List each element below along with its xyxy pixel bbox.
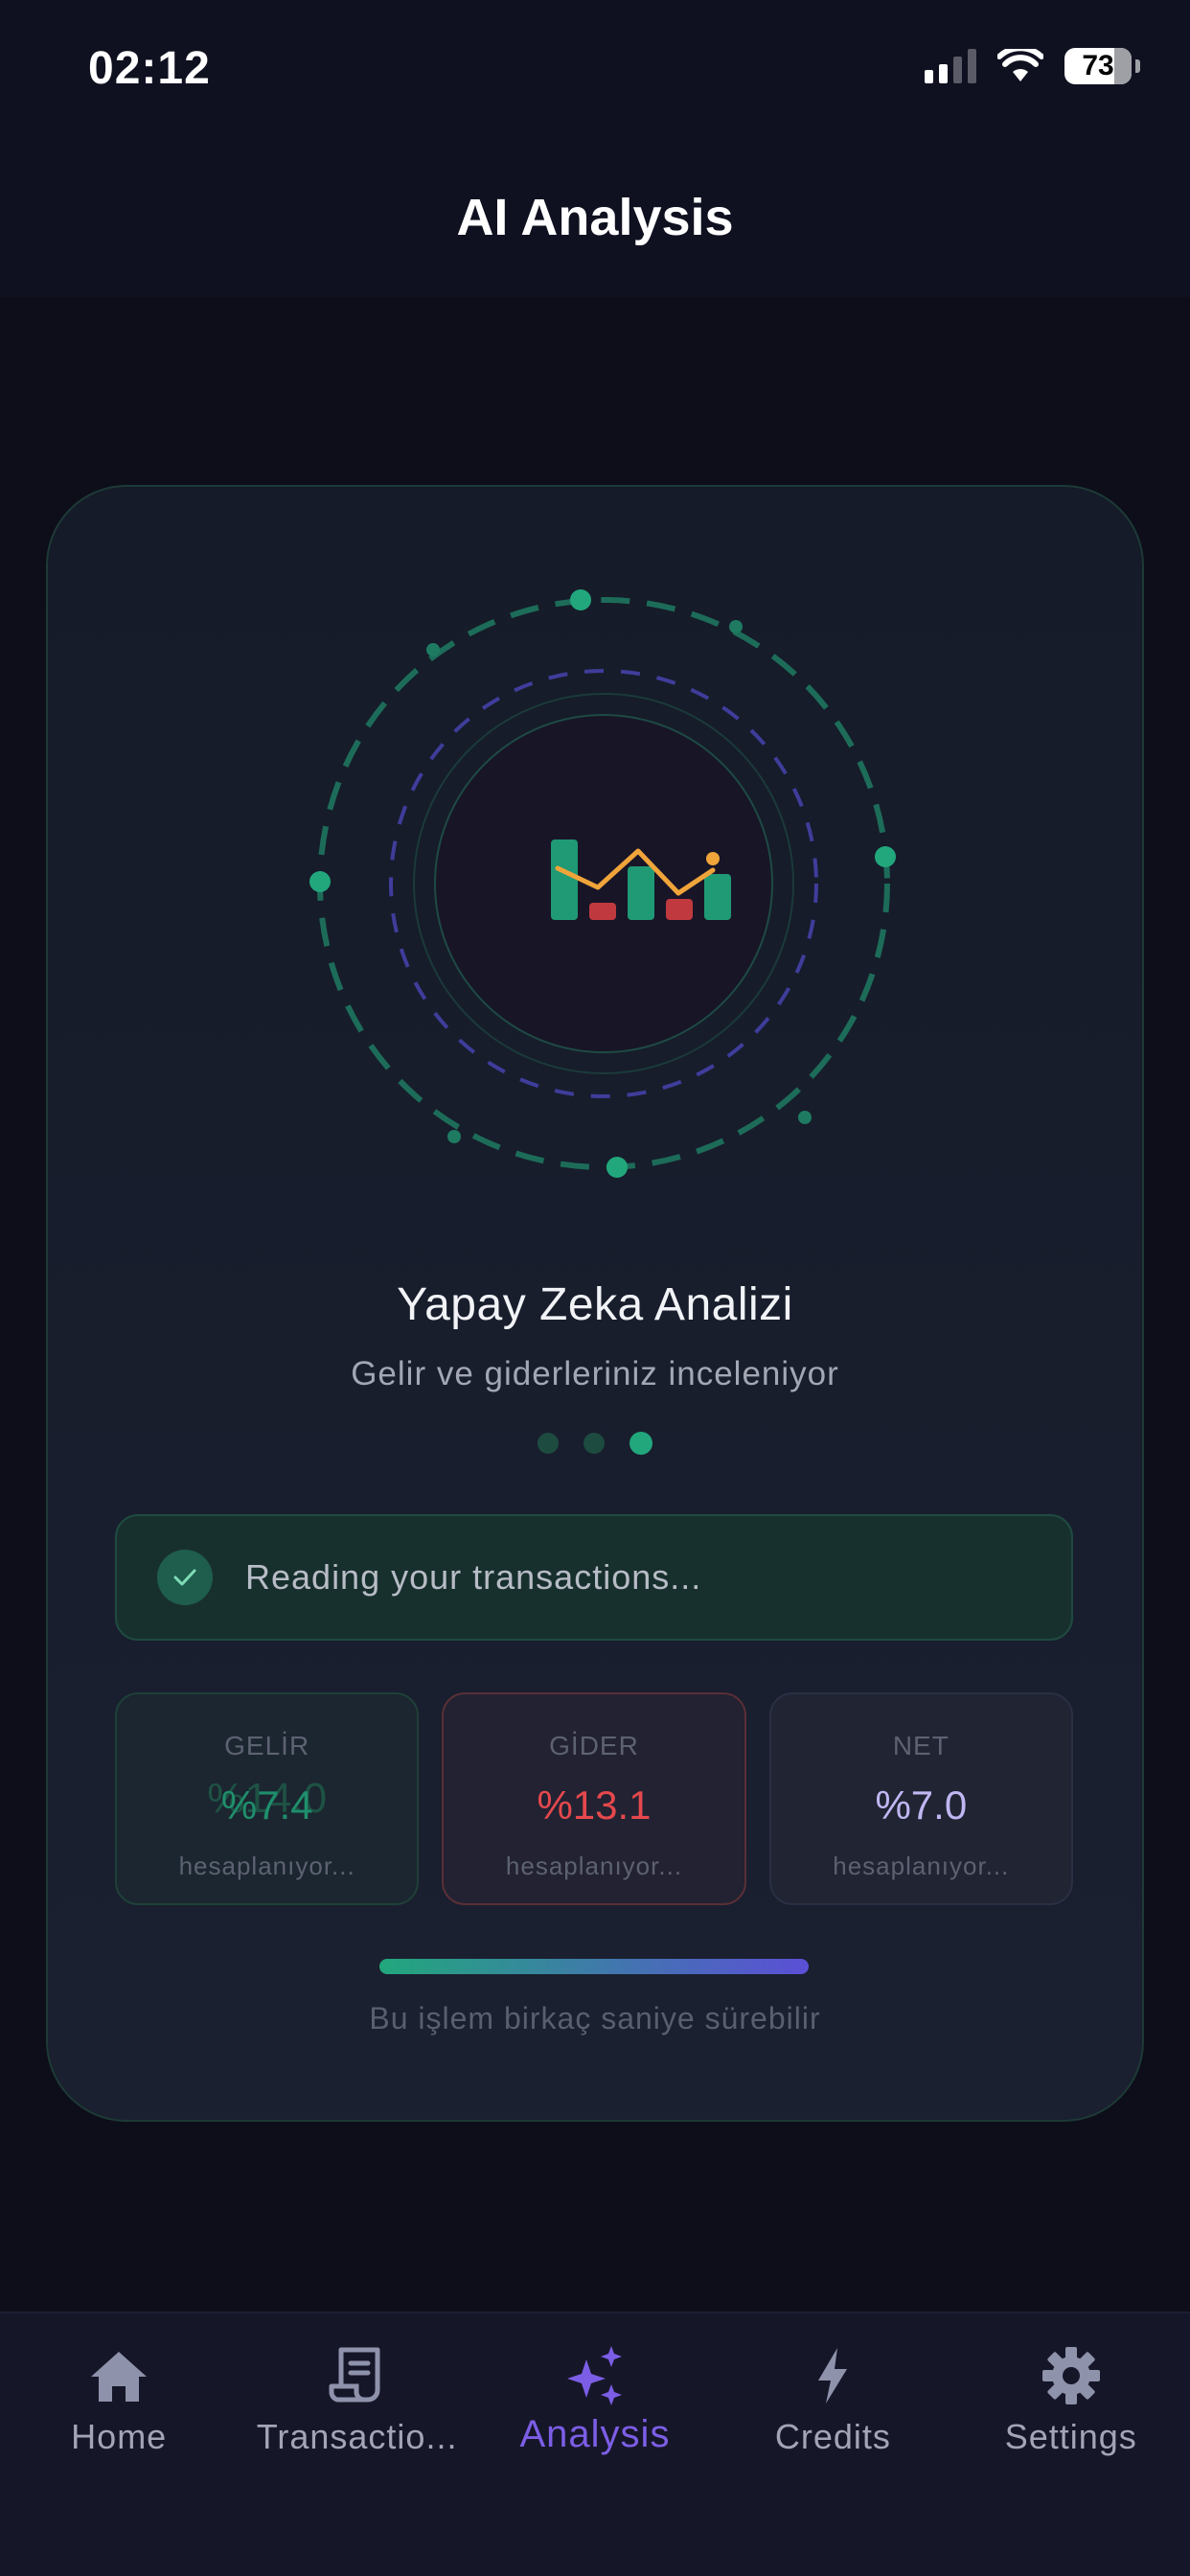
nav-settings-label: Settings bbox=[1004, 2417, 1137, 2456]
expense-stat: GİDER %13.1 hesaplanıyor... bbox=[442, 1692, 746, 1905]
nav-credits-label: Credits bbox=[774, 2417, 891, 2456]
wifi-icon bbox=[997, 49, 1043, 81]
nav-transactions[interactable]: Transactio... bbox=[238, 2313, 475, 2505]
nav-transactions-label: Transactio... bbox=[256, 2417, 458, 2456]
step-text: Reading your transactions... bbox=[245, 1557, 702, 1597]
bottom-nav: Home Transactio... Analysis Credits Sett… bbox=[0, 2312, 1190, 2576]
sparkles-icon bbox=[566, 2346, 622, 2405]
expense-sub: hesaplanıyor... bbox=[505, 1852, 683, 1880]
loading-dot-active bbox=[629, 1432, 652, 1455]
top-bar: 02:12 73 AI Analysis bbox=[0, 0, 1190, 297]
battery-icon: 73 bbox=[1064, 48, 1132, 84]
page-title: AI Analysis bbox=[456, 189, 734, 246]
analysis-title: Yapay Zeka Analizi bbox=[397, 1279, 793, 1330]
battery-level: 73 bbox=[1082, 50, 1114, 81]
status-indicators: 73 bbox=[925, 48, 1140, 84]
loading-dot bbox=[538, 1433, 559, 1454]
nav-home-label: Home bbox=[71, 2417, 168, 2456]
duration-note: Bu işlem birkaç saniye sürebilir bbox=[369, 2001, 821, 2036]
nav-analysis-label: Analysis bbox=[519, 2413, 671, 2455]
nav-home[interactable]: Home bbox=[0, 2313, 238, 2505]
receipt-icon bbox=[329, 2347, 380, 2403]
progress-bar bbox=[379, 1959, 809, 1974]
expense-label: GİDER bbox=[549, 1731, 639, 1760]
cellular-signal-icon bbox=[925, 49, 976, 83]
bolt-icon bbox=[818, 2348, 848, 2404]
gear-icon bbox=[1041, 2347, 1100, 2404]
expense-value: %13.1 bbox=[537, 1782, 652, 1828]
net-stat: NET %7.0 hesaplanıyor... bbox=[768, 1692, 1073, 1905]
income-stat: GELİR %14.0 %7.4 hesaplanıyor... bbox=[115, 1692, 420, 1905]
nav-settings[interactable]: Settings bbox=[952, 2313, 1190, 2505]
analysis-subtitle: Gelir ve giderleriniz inceleniyor bbox=[351, 1355, 839, 1392]
stats-row: GELİR %14.0 %7.4 hesaplanıyor... GİDER %… bbox=[115, 1692, 1073, 1905]
battery-tip bbox=[1135, 59, 1140, 73]
nav-analysis[interactable]: Analysis bbox=[476, 2313, 714, 2505]
nav-credits[interactable]: Credits bbox=[714, 2313, 951, 2505]
income-value: %7.4 bbox=[220, 1782, 313, 1828]
progress-step: Reading your transactions... bbox=[115, 1514, 1073, 1641]
income-label: GELİR bbox=[224, 1731, 310, 1760]
net-label: NET bbox=[892, 1731, 950, 1760]
status-time: 02:12 bbox=[88, 43, 211, 94]
analysis-orbit-graphic bbox=[309, 589, 896, 1178]
loading-dot bbox=[584, 1433, 605, 1454]
net-sub: hesaplanıyor... bbox=[833, 1852, 1010, 1880]
check-icon bbox=[157, 1550, 213, 1605]
screen: 02:12 73 AI Analysis Yapay Zeka Analizi … bbox=[0, 0, 1190, 2576]
loading-dots bbox=[0, 1432, 1190, 1455]
net-value: %7.0 bbox=[875, 1782, 968, 1828]
home-icon bbox=[91, 2352, 148, 2402]
income-sub: hesaplanıyor... bbox=[178, 1852, 355, 1880]
